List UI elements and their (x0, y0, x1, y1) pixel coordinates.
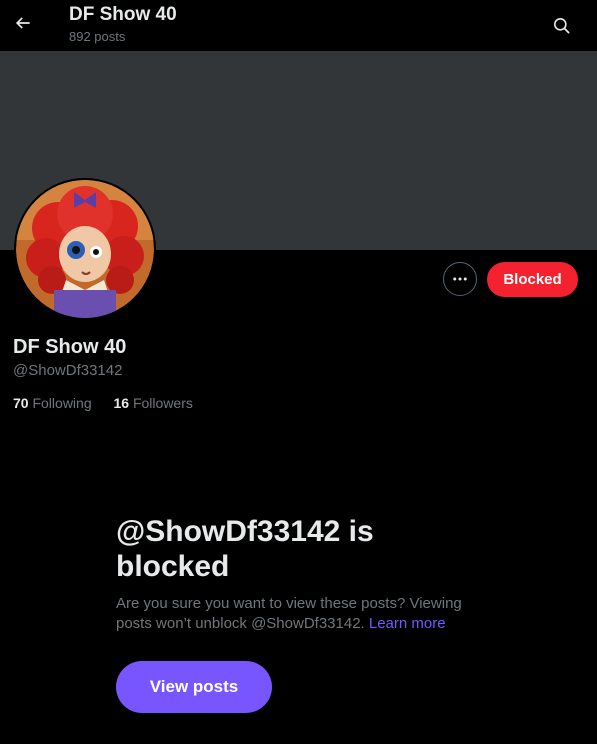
blocked-button[interactable]: Blocked (487, 262, 578, 297)
profile-stats: 70 Following 16 Followers (13, 394, 193, 412)
followers-link[interactable]: 16 Followers (114, 394, 193, 412)
arrow-left-icon (15, 17, 30, 29)
top-bar: DF Show 40 892 posts (0, 0, 597, 51)
following-link[interactable]: 70 Following (13, 394, 92, 412)
profile-display-name: DF Show 40 (13, 336, 127, 358)
post-count: 892 posts (69, 29, 126, 44)
blocked-heading: @ShowDf33142 is blocked (116, 515, 374, 583)
avatar[interactable] (14, 178, 156, 320)
avatar-image (16, 180, 154, 318)
search-icon (553, 17, 569, 33)
following-count: 70 (13, 395, 29, 411)
back-button[interactable] (8, 8, 38, 38)
page-title: DF Show 40 (69, 4, 177, 25)
view-posts-button[interactable]: View posts (116, 661, 272, 713)
more-options-button[interactable] (443, 262, 477, 296)
blocked-description: Are you sure you want to view these post… (116, 594, 486, 634)
profile-handle: @ShowDf33142 (13, 362, 123, 379)
more-dots-icon (453, 277, 467, 281)
header-title-block: DF Show 40 892 posts (69, 4, 177, 45)
search-button[interactable] (546, 10, 576, 40)
following-label: Following (32, 395, 92, 411)
followers-label: Followers (132, 395, 193, 411)
followers-count: 16 (113, 395, 130, 411)
learn-more-link[interactable]: Learn more (369, 615, 446, 632)
